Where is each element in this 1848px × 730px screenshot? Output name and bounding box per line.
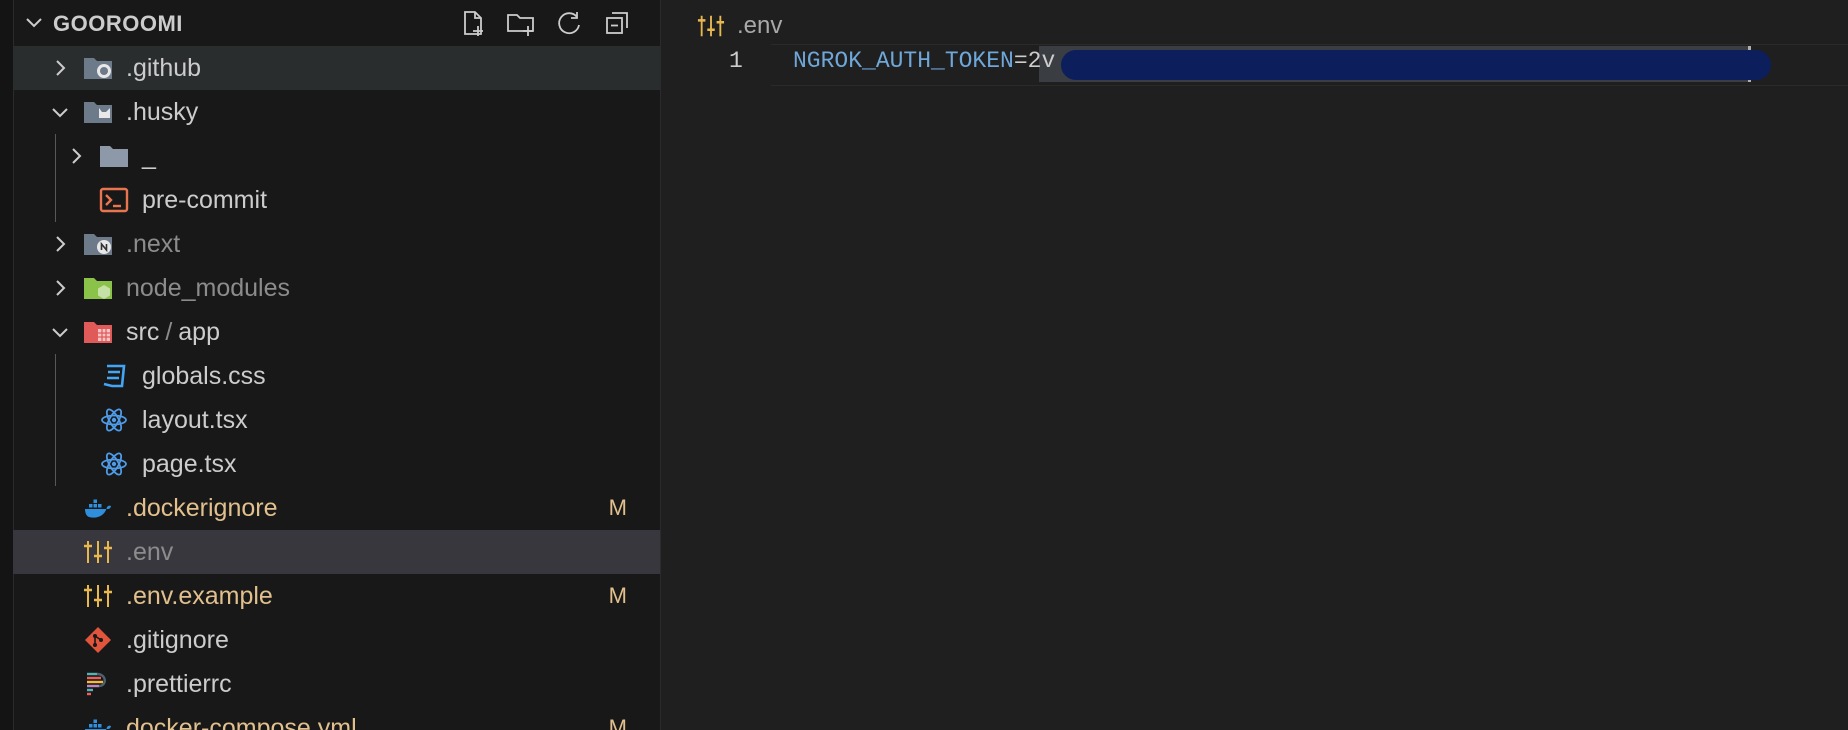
tree-item-label: docker-compose.yml bbox=[126, 714, 357, 730]
tree-item-label: globals.css bbox=[142, 362, 266, 390]
env-settings-icon bbox=[84, 585, 112, 607]
chevron-right-icon bbox=[56, 60, 66, 76]
refresh-icon[interactable] bbox=[554, 8, 584, 38]
docker-file-icon bbox=[85, 499, 111, 518]
editor-pane[interactable]: .env 1 NGROK_AUTH_TOKEN=2v bbox=[661, 0, 1848, 730]
workspace-folder-title: GOOROOMI bbox=[53, 11, 183, 36]
chevron-right-icon bbox=[56, 280, 66, 296]
react-file-icon bbox=[101, 408, 127, 432]
chevron-right-icon bbox=[56, 236, 66, 252]
nextjs-folder-icon bbox=[84, 234, 112, 255]
tree-item-docker-compose[interactable]: docker-compose.yml M bbox=[13, 706, 660, 730]
modified-badge: M bbox=[608, 583, 627, 608]
tree-item-env[interactable]: .env bbox=[13, 530, 660, 574]
env-settings-icon bbox=[697, 15, 725, 37]
tree-item-label: node_modules bbox=[126, 274, 291, 302]
chevron-down-icon bbox=[52, 108, 68, 118]
git-file-icon bbox=[85, 627, 111, 653]
code-text[interactable]: NGROK_AUTH_TOKEN=2v bbox=[793, 48, 1055, 74]
env-settings-icon bbox=[84, 541, 112, 563]
modified-badge: M bbox=[608, 495, 627, 520]
tree-item-label: layout.tsx bbox=[142, 406, 248, 434]
tree-item-page-tsx[interactable]: page.tsx bbox=[13, 442, 660, 486]
tree-item-label: .gitignore bbox=[126, 626, 229, 654]
css-file-icon bbox=[103, 364, 126, 388]
env-operator: = bbox=[1013, 48, 1028, 74]
tree-item-label: .next bbox=[126, 230, 181, 258]
breadcrumb: .env bbox=[697, 8, 782, 44]
node-folder-icon bbox=[84, 278, 112, 299]
app-folder-icon bbox=[84, 322, 112, 343]
line-number: 1 bbox=[729, 48, 743, 74]
tree-item-gitignore[interactable]: .gitignore bbox=[13, 618, 660, 662]
tree-item-label: .env.example bbox=[126, 582, 273, 610]
tree-item-next[interactable]: .next bbox=[13, 222, 660, 266]
tree-item-pre-commit[interactable]: pre-commit bbox=[13, 178, 660, 222]
tree-item-husky[interactable]: .husky bbox=[13, 90, 660, 134]
tree-item-label: _ bbox=[142, 142, 156, 170]
tree-item-label: .env bbox=[126, 538, 174, 566]
explorer-section-header[interactable]: GOOROOMI bbox=[13, 0, 660, 46]
tree-item-dockerignore[interactable]: .dockerignore M bbox=[13, 486, 660, 530]
code-line[interactable]: 1 NGROK_AUTH_TOKEN=2v bbox=[661, 44, 1848, 86]
tree-item-label: .husky bbox=[126, 98, 199, 126]
husky-folder-icon bbox=[84, 102, 112, 123]
chevron-down-icon bbox=[52, 328, 68, 338]
chevron-down-icon[interactable] bbox=[23, 12, 45, 34]
terminal-file-icon bbox=[99, 187, 129, 213]
github-folder-icon bbox=[84, 58, 112, 79]
tree-item-label: page.tsx bbox=[142, 450, 237, 478]
tree-item-node-modules[interactable]: node_modules bbox=[13, 266, 660, 310]
explorer-sidebar: GOOROOMI .github .husky _ pre-commit .ne… bbox=[0, 0, 661, 730]
prettier-file-icon bbox=[87, 672, 106, 696]
redaction-overlay bbox=[1061, 50, 1771, 80]
tree-item-github[interactable]: .github bbox=[13, 46, 660, 90]
tree-item-layout-tsx[interactable]: layout.tsx bbox=[13, 398, 660, 442]
tree-item-src-app[interactable]: src / app bbox=[13, 310, 660, 354]
tree-item-env-example[interactable]: .env.example M bbox=[13, 574, 660, 618]
tree-item-label: src / app bbox=[126, 318, 220, 346]
folder-icon bbox=[100, 146, 128, 167]
modified-badge: M bbox=[608, 715, 627, 730]
collapse-all-icon[interactable] bbox=[602, 8, 632, 38]
tree-item-label: pre-commit bbox=[142, 186, 268, 214]
tree-item-prettierrc[interactable]: .prettierrc bbox=[13, 662, 660, 706]
tree-item-label: .github bbox=[126, 54, 202, 82]
chevron-right-icon bbox=[72, 148, 82, 164]
env-value: 2v bbox=[1027, 48, 1056, 74]
tree-item-label: .prettierrc bbox=[126, 670, 232, 698]
tree-item-globals-css[interactable]: globals.css bbox=[13, 354, 660, 398]
tree-item-underscore-folder[interactable]: _ bbox=[13, 134, 660, 178]
tree-item-label: .dockerignore bbox=[126, 494, 278, 522]
env-key: NGROK_AUTH_TOKEN bbox=[793, 48, 1014, 74]
react-file-icon bbox=[101, 452, 127, 476]
docker-file-icon bbox=[85, 719, 111, 730]
new-file-icon[interactable] bbox=[458, 8, 488, 38]
new-folder-icon[interactable] bbox=[506, 8, 536, 38]
explorer-actions bbox=[458, 8, 632, 38]
breadcrumb-file[interactable]: .env bbox=[737, 12, 782, 40]
